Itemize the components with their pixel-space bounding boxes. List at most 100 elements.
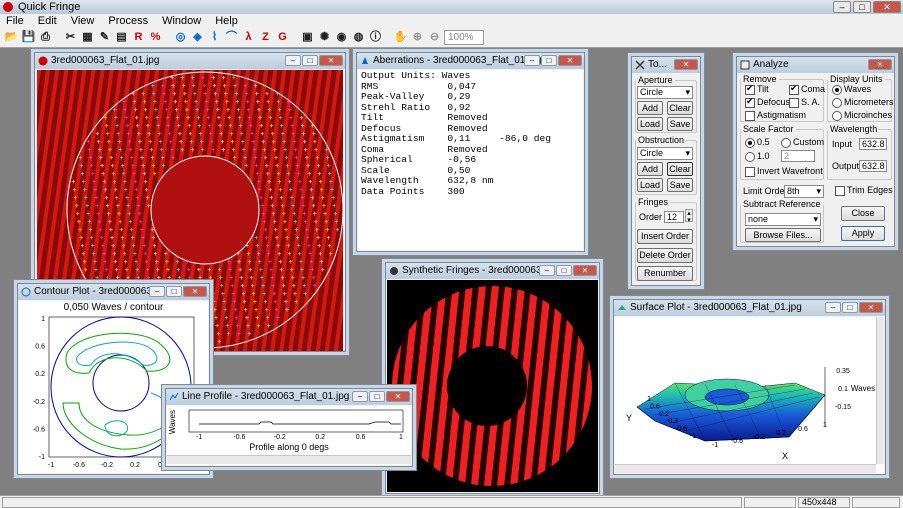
maximize-button[interactable]: □ — [853, 1, 871, 13]
obstruction-add-button[interactable]: Add — [637, 162, 663, 176]
maximize-button[interactable]: □ — [369, 391, 385, 402]
surface-titlebar[interactable]: Surface Plot - 3red000063_Flat_01.jpg – □… — [614, 300, 885, 316]
close-button[interactable]: ✕ — [573, 265, 597, 276]
aperture-load-button[interactable]: Load — [637, 117, 663, 131]
z-icon[interactable]: Z — [258, 30, 273, 45]
save-icon[interactable]: 💾 — [21, 30, 36, 45]
maximize-button[interactable]: □ — [302, 55, 318, 66]
vertical-scrollbar[interactable] — [876, 317, 884, 464]
interferogram-titlebar[interactable]: 3red000063_Flat_01.jpg – □ ✕ — [35, 53, 345, 69]
custom-scale-input[interactable]: 2 — [781, 150, 815, 162]
zoom-out-icon[interactable]: ⊖ — [427, 30, 442, 45]
g-icon[interactable]: G — [275, 30, 290, 45]
close-button[interactable]: ✕ — [674, 59, 698, 70]
defocus-checkbox[interactable]: Defocus — [745, 96, 790, 108]
contour-icon[interactable]: ◎ — [173, 30, 188, 45]
custom-radio[interactable]: Custom — [781, 137, 824, 148]
scale-05-radio[interactable]: 0.5 — [745, 137, 770, 148]
minimize-button[interactable]: – — [833, 1, 851, 13]
hand-icon[interactable]: ✋ — [393, 30, 408, 45]
aperture-add-button[interactable]: Add — [637, 101, 663, 115]
sa-checkbox[interactable]: S. A. — [789, 97, 820, 108]
order-input[interactable]: 12 — [664, 211, 684, 223]
lambda-icon[interactable]: λ — [241, 30, 256, 45]
horizontal-scrollbar[interactable] — [615, 464, 876, 473]
surface-icon[interactable]: ◈ — [190, 30, 205, 45]
astigmatism-checkbox[interactable]: Astigmatism — [745, 110, 806, 121]
close-button[interactable]: ✕ — [873, 1, 901, 13]
close-dialog-button[interactable]: Close — [841, 206, 885, 221]
order-spinner[interactable]: ▴ ▾ — [685, 209, 693, 224]
mtf-icon[interactable]: ◍ — [351, 30, 366, 45]
close-button[interactable]: ✕ — [386, 391, 410, 402]
input-wavelength[interactable]: 632.8 — [859, 138, 887, 150]
limit-order-select[interactable]: 8th — [784, 185, 824, 198]
waves-radio[interactable]: Waves — [832, 84, 871, 95]
output-wavelength[interactable]: 632.8 — [859, 160, 887, 172]
minimize-button[interactable]: – — [539, 265, 555, 276]
aperture-select[interactable]: Circle — [637, 86, 693, 99]
close-button[interactable]: ✕ — [558, 55, 582, 66]
psf-icon[interactable]: ◉ — [334, 30, 349, 45]
apply-button[interactable]: Apply — [841, 226, 885, 241]
micrometers-radio[interactable]: Micrometers — [832, 97, 894, 108]
tilt-checkbox[interactable]: Tilt — [745, 83, 769, 95]
star-test-icon[interactable]: ✺ — [317, 30, 332, 45]
obstruction-clear-button[interactable]: Clear — [667, 162, 693, 176]
minimize-button[interactable]: – — [825, 302, 841, 313]
menu-file[interactable]: File — [6, 14, 24, 28]
tools-titlebar[interactable]: To... ✕ — [632, 57, 700, 73]
close-button[interactable]: ✕ — [183, 286, 207, 297]
delete-order-button[interactable]: Delete Order — [637, 248, 693, 263]
scale-10-radio[interactable]: 1.0 — [745, 151, 770, 162]
info-icon[interactable]: ⓘ — [368, 30, 383, 45]
tools-icon[interactable]: ✂ — [63, 30, 78, 45]
maximize-button[interactable]: □ — [556, 265, 572, 276]
zoom-in-icon[interactable]: ⊕ — [410, 30, 425, 45]
close-button[interactable]: ✕ — [319, 55, 343, 66]
r-icon[interactable]: R — [131, 30, 146, 45]
horizontal-scrollbar[interactable] — [167, 455, 411, 464]
scale-icon[interactable]: % — [148, 30, 163, 45]
renumber-button[interactable]: Renumber — [637, 266, 693, 281]
menu-process[interactable]: Process — [108, 14, 148, 28]
print-icon[interactable]: ⎙ — [38, 30, 53, 45]
obstruction-load-button[interactable]: Load — [637, 178, 663, 192]
menu-edit[interactable]: Edit — [38, 14, 57, 28]
synthetic-titlebar[interactable]: Synthetic Fringes - 3red000063_Flat... –… — [386, 263, 599, 279]
coma-checkbox[interactable]: Coma — [789, 83, 825, 95]
browse-files-button[interactable]: Browse Files... — [745, 228, 821, 242]
microinches-radio[interactable]: Microinches — [832, 110, 892, 121]
profile-icon[interactable]: ⌇ — [207, 30, 222, 45]
invert-wavefront-checkbox[interactable]: Invert Wavefront — [745, 166, 823, 177]
zoom-select[interactable]: 100% — [444, 30, 484, 45]
fringe-icon[interactable]: ▦ — [80, 30, 95, 45]
trim-edges-checkbox[interactable]: Trim Edges — [835, 185, 893, 196]
aperture-save-button[interactable]: Save — [667, 117, 693, 131]
contour-titlebar[interactable]: Contour Plot - 3red000063_F... – □ ✕ — [18, 284, 209, 300]
maximize-button[interactable]: □ — [842, 302, 858, 313]
lineprofile-titlebar[interactable]: Line Profile - 3red000063_Flat_01.jpg – □… — [166, 389, 412, 405]
maximize-button[interactable]: □ — [541, 55, 557, 66]
close-button[interactable]: ✕ — [859, 302, 883, 313]
edit-icon[interactable]: ✎ — [97, 30, 112, 45]
minimize-button[interactable]: – — [149, 286, 165, 297]
maximize-button[interactable]: □ — [166, 286, 182, 297]
obstruction-save-button[interactable]: Save — [667, 178, 693, 192]
aperture-clear-button[interactable]: Clear — [667, 101, 693, 115]
report-icon[interactable]: ▣ — [300, 30, 315, 45]
menu-view[interactable]: View — [71, 14, 95, 28]
analyze-titlebar[interactable]: Analyze ✕ — [737, 57, 894, 73]
grid-icon[interactable]: ▤ — [114, 30, 129, 45]
aberrations-titlebar[interactable]: Aberrations - 3red000063_Flat_01.jpg – □ ✕ — [357, 53, 584, 69]
minimize-button[interactable]: – — [524, 55, 540, 66]
minimize-button[interactable]: – — [352, 391, 368, 402]
subtract-reference-select[interactable]: none — [745, 213, 821, 226]
graph-icon[interactable]: ⌒ — [224, 30, 239, 45]
obstruction-select[interactable]: Circle — [637, 147, 693, 160]
close-button[interactable]: ✕ — [868, 59, 892, 70]
open-folder-icon[interactable]: 📂 — [4, 30, 19, 45]
insert-order-button[interactable]: Insert Order — [637, 229, 693, 244]
minimize-button[interactable]: – — [285, 55, 301, 66]
menu-help[interactable]: Help — [215, 14, 238, 28]
